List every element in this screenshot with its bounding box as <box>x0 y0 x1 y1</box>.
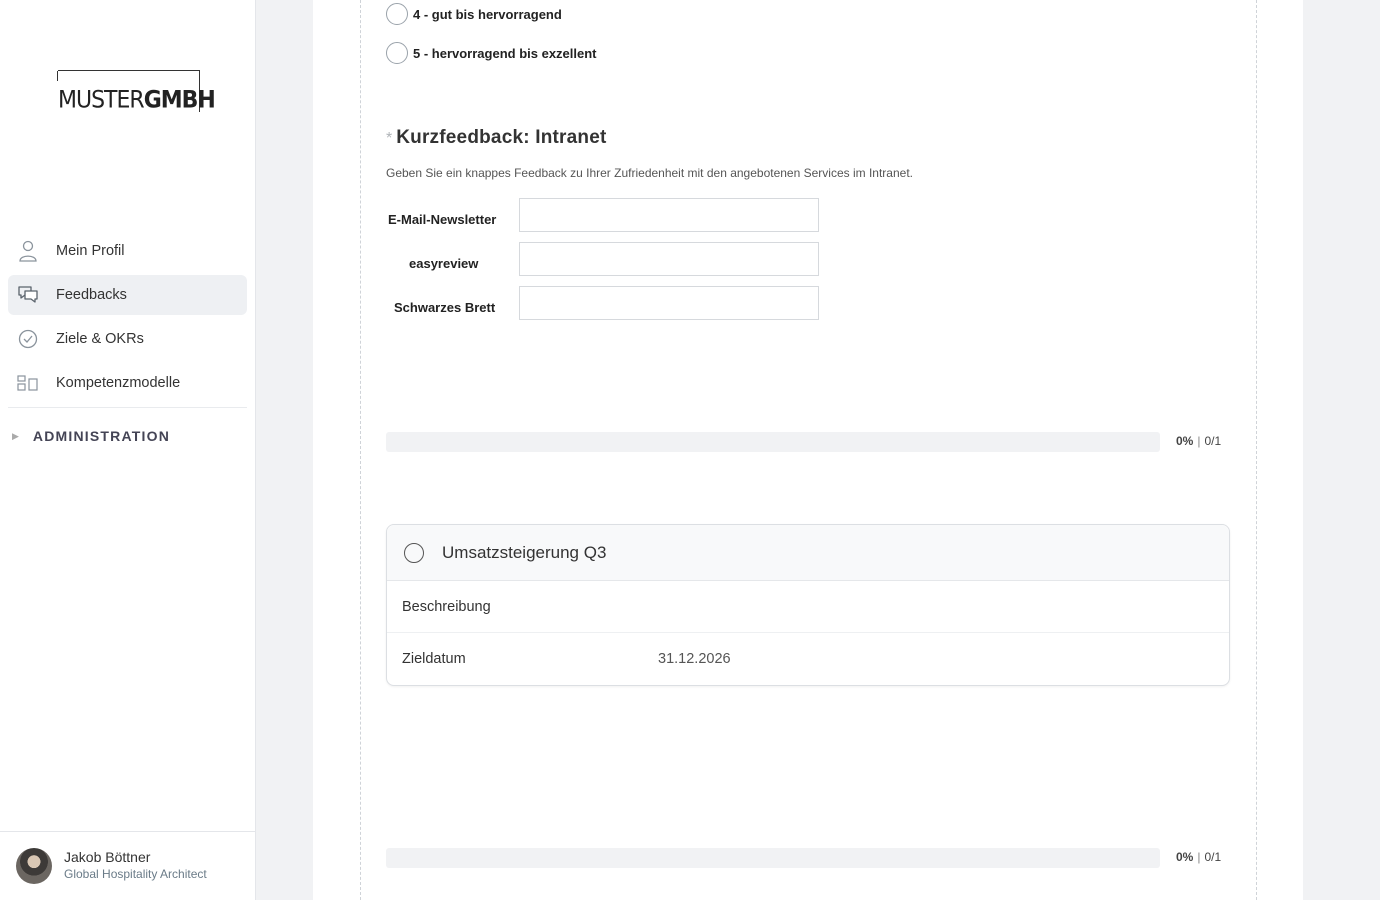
goal-complete-toggle[interactable] <box>404 542 424 563</box>
goal-row-value: 31.12.2026 <box>658 651 731 667</box>
email-newsletter-input[interactable] <box>519 198 819 232</box>
sidebar-item-kompetenzmodelle[interactable]: Kompetenzmodelle <box>8 363 247 403</box>
logo-text-part1: MUSTER <box>58 86 145 115</box>
sidebar-divider <box>8 407 247 408</box>
triangle-right-icon: ▶ <box>12 430 19 441</box>
administration-label: ADMINISTRATION <box>32 428 171 444</box>
progress-bar <box>386 432 1160 452</box>
radio-option-label: 4 - gut bis hervorragend <box>413 6 562 22</box>
check-circle-icon <box>17 328 39 350</box>
progress-bar <box>386 848 1160 868</box>
required-mark: * <box>386 130 393 147</box>
progress-info: 0% | 0/1 <box>1176 850 1222 864</box>
sidebar-item-label: Kompetenzmodelle <box>56 375 181 391</box>
schwarzes-brett-input[interactable] <box>519 286 819 320</box>
sidebar-item-mein-profil[interactable]: Mein Profil <box>8 231 247 271</box>
question-description: Geben Sie ein knappes Feedback zu Ihrer … <box>386 166 913 180</box>
sidebar-item-administration[interactable]: ▶ ADMINISTRATION <box>12 428 170 444</box>
user-name: Jakob Böttner <box>64 849 151 865</box>
sidebar-item-label: Feedbacks <box>56 287 127 303</box>
chat-icon <box>17 284 39 306</box>
progress-count: 0/1 <box>1204 850 1222 864</box>
question-title: * Kurzfeedback: Intranet <box>386 127 607 149</box>
progress-percent: 0% <box>1176 850 1194 864</box>
field-label-email-newsletter: E-Mail-Newsletter <box>388 212 497 227</box>
user-icon <box>17 240 39 262</box>
progress-percent: 0% <box>1176 434 1194 448</box>
easyreview-input[interactable] <box>519 242 819 276</box>
sidebar-nav: Mein Profil Feedbacks Ziele & OKRs Kompe… <box>8 231 247 407</box>
sidebar: MUSTERGMBH Mein Profil Feedbacks Ziele &… <box>0 0 256 900</box>
avatar <box>16 848 52 884</box>
goal-row-key: Beschreibung <box>402 598 491 615</box>
goal-card: Umsatzsteigerung Q3 Beschreibung Zieldat… <box>386 524 1230 686</box>
field-label-schwarzes-brett: Schwarzes Brett <box>394 300 496 315</box>
goal-row-beschreibung: Beschreibung <box>387 581 1229 633</box>
goal-row-key: Zieldatum <box>402 651 466 667</box>
sidebar-item-label: Mein Profil <box>56 243 125 259</box>
radio-option-4[interactable]: 4 - gut bis hervorragend <box>386 3 562 25</box>
radio-button[interactable] <box>386 3 408 25</box>
user-role: Global Hospitality Architect <box>64 867 207 881</box>
radio-option-label: 5 - hervorragend bis exzellent <box>413 45 597 61</box>
goal-row-zieldatum: Zieldatum 31.12.2026 <box>387 633 1229 685</box>
question-title-text: Kurzfeedback: Intranet <box>396 127 607 148</box>
field-label-easyreview: easyreview <box>409 256 479 271</box>
goal-header: Umsatzsteigerung Q3 <box>387 525 1229 581</box>
company-logo[interactable]: MUSTERGMBH <box>57 70 216 115</box>
progress-info: 0% | 0/1 <box>1176 434 1222 448</box>
radio-button[interactable] <box>386 42 408 64</box>
sidebar-item-ziele-okrs[interactable]: Ziele & OKRs <box>8 319 247 359</box>
progress-count: 0/1 <box>1204 434 1222 448</box>
user-profile[interactable]: Jakob Böttner Global Hospitality Archite… <box>0 831 255 900</box>
goal-title: Umsatzsteigerung Q3 <box>442 542 607 562</box>
logo-text-part2: GMBH <box>143 86 216 115</box>
sidebar-item-feedbacks[interactable]: Feedbacks <box>8 275 247 315</box>
sidebar-item-label: Ziele & OKRs <box>56 331 144 347</box>
grid-icon <box>17 372 39 394</box>
radio-option-5[interactable]: 5 - hervorragend bis exzellent <box>386 42 597 64</box>
